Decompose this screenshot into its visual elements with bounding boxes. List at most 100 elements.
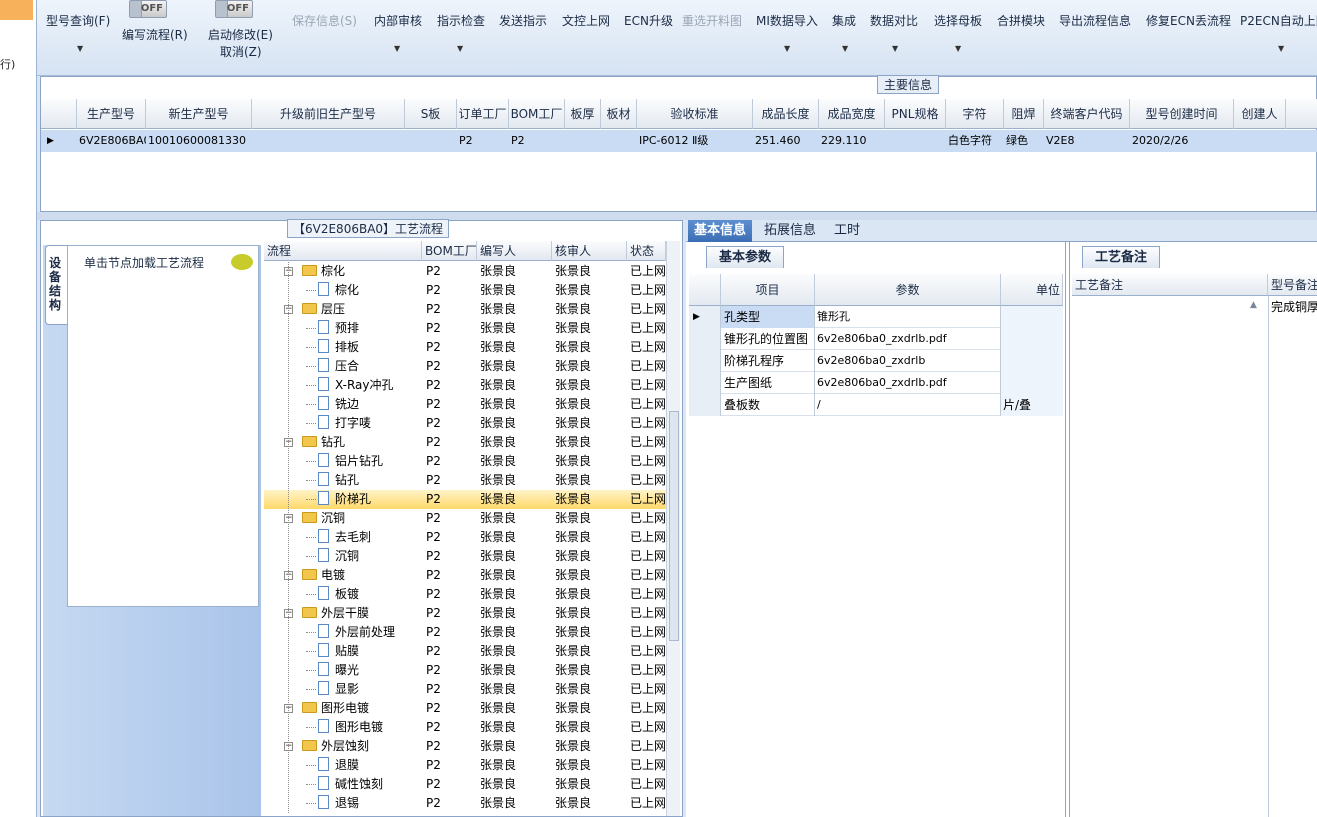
col-header[interactable]: S板 bbox=[405, 99, 457, 129]
tree-node[interactable]: 曝光 bbox=[318, 661, 359, 680]
tree-node[interactable]: 棕化 bbox=[318, 281, 359, 300]
tree-row[interactable]: 钻孔 P2 张景良 张景良 已上网 bbox=[264, 471, 666, 490]
tree-node[interactable]: 退锡 bbox=[318, 794, 359, 813]
doc-online-button[interactable]: 文控上网 bbox=[562, 12, 610, 29]
reselect-drawing-button[interactable]: 重选开料图 bbox=[682, 12, 742, 29]
internal-review-button[interactable]: 内部审核 bbox=[374, 12, 422, 29]
tree-row[interactable]: 铣边 P2 张景良 张景良 已上网 bbox=[264, 395, 666, 414]
param-value[interactable]: 6v2e806ba0_zxdrlb.pdf bbox=[815, 372, 1001, 394]
integrate-button[interactable]: 集成 bbox=[832, 12, 856, 29]
col-reviewer[interactable]: 核审人 bbox=[552, 241, 627, 261]
grid-corner[interactable] bbox=[41, 99, 77, 129]
tree-node[interactable]: 沉铜 bbox=[302, 509, 345, 528]
tree-node[interactable]: 棕化 bbox=[302, 262, 345, 281]
param-value[interactable]: 6v2e806ba0_zxdrlb bbox=[815, 350, 1001, 372]
tree-node[interactable]: 板镀 bbox=[318, 585, 359, 604]
tree-row[interactable]: 预排 P2 张景良 张景良 已上网 bbox=[264, 319, 666, 338]
row-selector[interactable] bbox=[689, 394, 721, 416]
tree-row[interactable]: 板镀 P2 张景良 张景良 已上网 bbox=[264, 585, 666, 604]
tree-row[interactable]: 曝光 P2 张景良 张景良 已上网 bbox=[264, 661, 666, 680]
start-modify-toggle[interactable]: OFF bbox=[215, 0, 253, 18]
tree-node[interactable]: 钻孔 bbox=[302, 433, 345, 452]
col-header[interactable]: 终端客户代码 bbox=[1044, 99, 1130, 129]
row-selector[interactable] bbox=[689, 372, 721, 394]
chevron-down-icon[interactable]: ▼ bbox=[77, 44, 83, 53]
export-flow-button[interactable]: 导出流程信息 bbox=[1059, 12, 1131, 29]
tree-row[interactable]: 去毛刺 P2 张景良 张景良 已上网 bbox=[264, 528, 666, 547]
col-header[interactable]: BOM工厂 bbox=[509, 99, 565, 129]
col-header[interactable]: 型号创建时间 bbox=[1130, 99, 1234, 129]
tree-node[interactable]: 钻孔 bbox=[318, 471, 359, 490]
tree-node[interactable]: 层压 bbox=[302, 300, 345, 319]
write-flow-button[interactable]: 编写流程(R) bbox=[122, 26, 188, 43]
tree-row[interactable]: − 电镀 P2 张景良 张景良 已上网 bbox=[264, 566, 666, 585]
tree-node[interactable]: 外层蚀刻 bbox=[302, 737, 369, 756]
chevron-down-icon[interactable]: ▼ bbox=[784, 44, 790, 53]
col-header[interactable]: 板厚 bbox=[565, 99, 601, 129]
param-row[interactable]: ▶ 孔类型 锥形孔 bbox=[689, 306, 1063, 328]
col-item[interactable]: 项目 bbox=[721, 274, 815, 306]
tree-row[interactable]: 压合 P2 张景良 张景良 已上网 bbox=[264, 357, 666, 376]
param-row[interactable]: 锥形孔的位置图 6v2e806ba0_zxdrlb.pdf bbox=[689, 328, 1063, 350]
col-unit[interactable]: 单位 bbox=[1001, 274, 1063, 306]
tree-node[interactable]: 铝片钻孔 bbox=[318, 452, 383, 471]
tab-process-remark[interactable]: 工艺备注 bbox=[1082, 246, 1161, 268]
param-row[interactable]: 生产图纸 6v2e806ba0_zxdrlb.pdf bbox=[689, 372, 1063, 394]
nav-highlight[interactable] bbox=[0, 0, 33, 20]
send-indicator-button[interactable]: 发送指示 bbox=[499, 12, 547, 29]
chevron-down-icon[interactable]: ▼ bbox=[457, 44, 463, 53]
tab-equipment-structure[interactable]: 设备结构 bbox=[45, 245, 67, 325]
tree-row[interactable]: − 图形电镀 P2 张景良 张景良 已上网 bbox=[264, 699, 666, 718]
col-model-remark[interactable]: 型号备注 bbox=[1268, 274, 1317, 296]
col-header[interactable]: 阻焊 bbox=[1004, 99, 1044, 129]
splitter[interactable] bbox=[37, 212, 1317, 220]
save-info-button[interactable]: 保存信息(S) bbox=[292, 12, 357, 29]
tree-row[interactable]: 退膜 P2 张景良 张景良 已上网 bbox=[264, 756, 666, 775]
cancel-button[interactable]: 取消(Z) bbox=[220, 43, 262, 60]
indicator-check-button[interactable]: 指示检查 bbox=[437, 12, 485, 29]
tree-node[interactable]: 去毛刺 bbox=[318, 528, 371, 547]
tab-extended-info[interactable]: 拓展信息 bbox=[758, 220, 822, 242]
col-header[interactable]: 生产型号 bbox=[77, 99, 146, 129]
tree-row[interactable]: 贴膜 P2 张景良 张景良 已上网 bbox=[264, 642, 666, 661]
param-value[interactable]: 锥形孔 bbox=[815, 306, 1001, 328]
tree-row[interactable]: 退锡 P2 张景良 张景良 已上网 bbox=[264, 794, 666, 813]
tree-row[interactable]: X-Ray冲孔 P2 张景良 张景良 已上网 bbox=[264, 376, 666, 395]
col-header[interactable]: 成品宽度 bbox=[819, 99, 885, 129]
tree-row[interactable]: 打字唛 P2 张景良 张景良 已上网 bbox=[264, 414, 666, 433]
tree-row[interactable]: − 外层干膜 P2 张景良 张景良 已上网 bbox=[264, 604, 666, 623]
ecn-upgrade-button[interactable]: ECN升级 bbox=[624, 12, 673, 29]
chevron-down-icon[interactable]: ▼ bbox=[955, 44, 961, 53]
tree-row[interactable]: 外层前处理 P2 张景良 张景良 已上网 bbox=[264, 623, 666, 642]
p2-auto-online-button[interactable]: P2ECN自动上网 bbox=[1240, 12, 1317, 29]
tree-node[interactable]: 外层前处理 bbox=[318, 623, 395, 642]
panelize-button[interactable]: 合拼模块 bbox=[997, 12, 1045, 29]
chevron-down-icon[interactable]: ▼ bbox=[394, 44, 400, 53]
scroll-thumb[interactable] bbox=[669, 411, 679, 641]
tree-node[interactable]: 沉铜 bbox=[318, 547, 359, 566]
data-compare-button[interactable]: 数据对比 bbox=[870, 12, 918, 29]
tree-row[interactable]: 显影 P2 张景良 张景良 已上网 bbox=[264, 680, 666, 699]
col-header[interactable]: 订单工厂 bbox=[457, 99, 509, 129]
col-header[interactable]: 成品长度 bbox=[753, 99, 819, 129]
tree-node[interactable]: 打字唛 bbox=[318, 414, 371, 433]
write-flow-toggle[interactable]: OFF bbox=[129, 0, 167, 18]
select-master-button[interactable]: 选择母板 bbox=[934, 12, 982, 29]
tree-node[interactable]: 预排 bbox=[318, 319, 359, 338]
tree-node[interactable]: 图形电镀 bbox=[302, 699, 369, 718]
tree-row[interactable]: − 外层蚀刻 P2 张景良 张景良 已上网 bbox=[264, 737, 666, 756]
tree-node[interactable]: 铣边 bbox=[318, 395, 359, 414]
mi-import-button[interactable]: MI数据导入 bbox=[756, 12, 818, 29]
tree-row[interactable]: − 棕化 P2 张景良 张景良 已上网 bbox=[264, 262, 666, 281]
col-writer[interactable]: 编写人 bbox=[477, 241, 552, 261]
col-header[interactable]: 创建人 bbox=[1234, 99, 1286, 129]
col-bom-factory[interactable]: BOM工厂 bbox=[422, 241, 477, 261]
params-corner[interactable] bbox=[689, 274, 721, 306]
tree-node[interactable]: 外层干膜 bbox=[302, 604, 369, 623]
row-selector[interactable] bbox=[689, 328, 721, 350]
tree-node[interactable]: 显影 bbox=[318, 680, 359, 699]
tree-row[interactable]: − 钻孔 P2 张景良 张景良 已上网 bbox=[264, 433, 666, 452]
tree-row[interactable]: − 层压 P2 张景良 张景良 已上网 bbox=[264, 300, 666, 319]
tree-row[interactable]: 棕化 P2 张景良 张景良 已上网 bbox=[264, 281, 666, 300]
tab-work-hours[interactable]: 工时 bbox=[828, 220, 866, 242]
